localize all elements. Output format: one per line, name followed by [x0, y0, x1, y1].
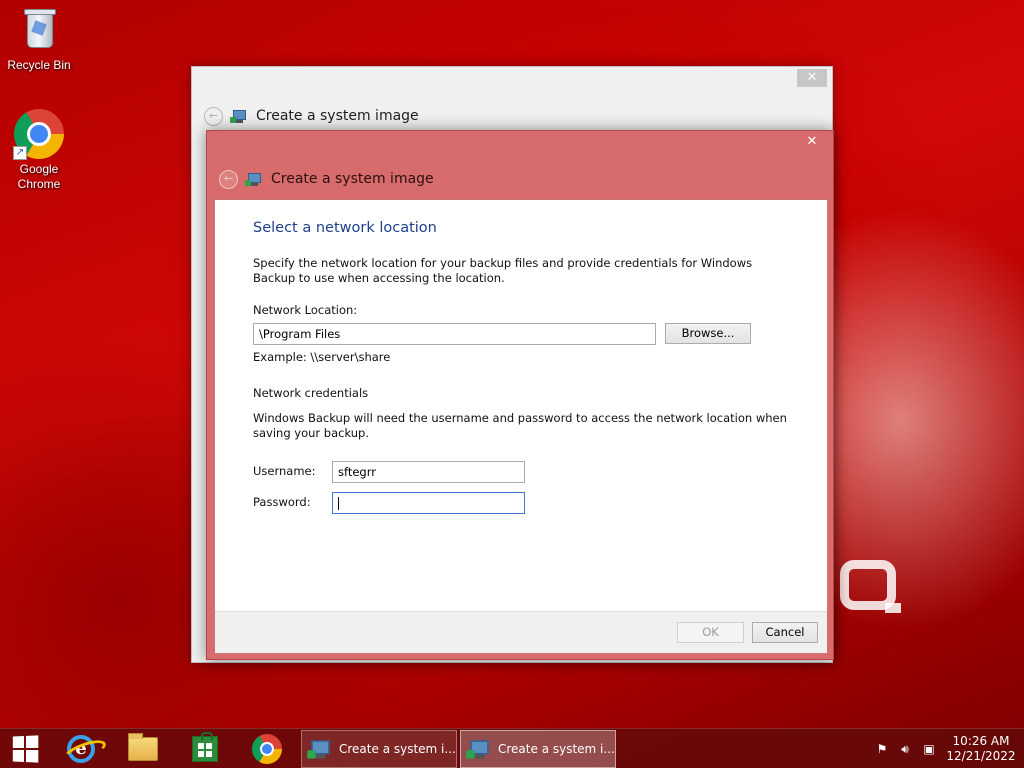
- recycle-bin-icon: [13, 4, 65, 56]
- volume-icon[interactable]: 🔊︎: [897, 741, 913, 757]
- credentials-description: Windows Backup will need the username an…: [253, 411, 787, 440]
- taskbar: e Create a system i... Create a system i…: [0, 728, 1024, 768]
- clock-date: 12/21/2022: [946, 749, 1016, 763]
- page-heading: Select a network location: [253, 220, 437, 236]
- window-title: Create a system image: [271, 171, 434, 187]
- cancel-button[interactable]: Cancel: [752, 622, 818, 643]
- system-image-icon: [245, 171, 263, 188]
- desktop-icon-recycle-bin[interactable]: Recycle Bin: [1, 4, 77, 73]
- system-image-icon: [466, 737, 492, 761]
- system-image-icon: [230, 108, 248, 125]
- network-location-label: Network Location:: [253, 303, 358, 317]
- taskbar-button-label: Create a system i...: [339, 742, 456, 756]
- action-center-flag-icon[interactable]: ⚑: [874, 741, 890, 757]
- chrome-icon[interactable]: [242, 732, 292, 766]
- desktop-icon-google-chrome[interactable]: ↗ Google Chrome: [1, 108, 77, 192]
- description-text: Specify the network location for your ba…: [253, 256, 753, 285]
- browse-button[interactable]: Browse...: [665, 323, 751, 344]
- credentials-heading: Network credentials: [253, 386, 369, 400]
- close-button[interactable]: ✕: [797, 133, 827, 151]
- system-image-dialog: ✕ ← Create a system image Select a netwo…: [206, 130, 834, 660]
- text-cursor: [338, 497, 339, 510]
- ok-button[interactable]: OK: [677, 622, 744, 643]
- taskbar-button-label: Create a system i...: [498, 742, 615, 756]
- system-clock[interactable]: 10:26 AM 12/21/2022: [944, 734, 1018, 764]
- taskbar-button-system-image-active[interactable]: Create a system i...: [460, 730, 616, 768]
- desktop-icon-label: Recycle Bin: [7, 58, 71, 72]
- chrome-icon: ↗: [13, 108, 65, 160]
- system-image-icon: [307, 737, 333, 761]
- window-header: ← Create a system image: [204, 105, 419, 127]
- back-arrow-icon[interactable]: ←: [204, 106, 223, 126]
- taskbar-button-system-image[interactable]: Create a system i...: [301, 730, 457, 768]
- username-input[interactable]: sftegrr: [332, 461, 525, 483]
- file-explorer-icon[interactable]: [118, 732, 168, 766]
- network-icon[interactable]: ▣: [921, 741, 937, 757]
- back-arrow-icon[interactable]: ←: [219, 169, 238, 189]
- desktop-icon-label: Google Chrome: [17, 162, 61, 191]
- wallpaper-logo: [840, 560, 901, 613]
- username-label: Username:: [253, 464, 316, 478]
- store-icon[interactable]: [180, 732, 230, 766]
- windows-start-icon[interactable]: [0, 732, 50, 766]
- window-title: Create a system image: [256, 108, 419, 124]
- shortcut-arrow-icon: ↗: [13, 146, 27, 160]
- dialog-footer: OK Cancel: [215, 611, 827, 653]
- network-location-input[interactable]: \Program Files: [253, 323, 656, 345]
- password-label: Password:: [253, 495, 311, 509]
- window-header: ← Create a system image: [219, 168, 434, 190]
- example-text: Example: \\server\share: [253, 350, 391, 364]
- internet-explorer-icon[interactable]: e: [56, 732, 106, 766]
- clock-time: 10:26 AM: [952, 734, 1010, 748]
- dialog-content: Select a network location Specify the ne…: [214, 199, 828, 654]
- password-input[interactable]: [332, 492, 525, 514]
- close-button[interactable]: ✕: [797, 69, 827, 87]
